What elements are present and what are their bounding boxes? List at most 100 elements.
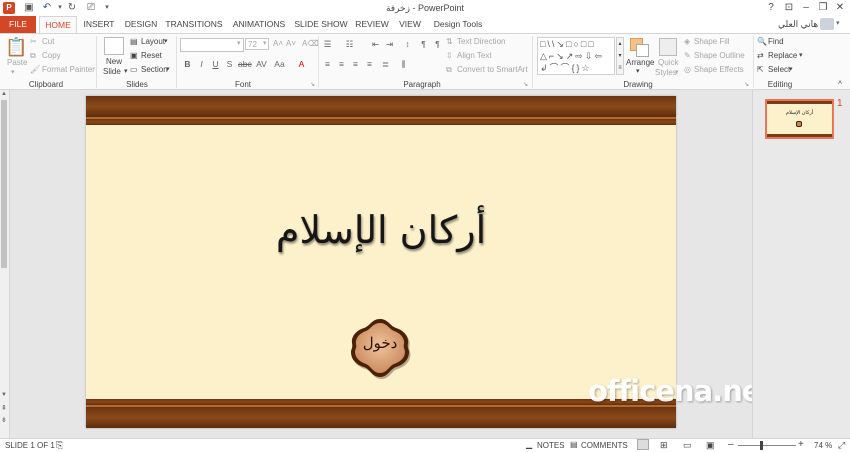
tab-home[interactable]: HOME — [39, 16, 77, 33]
distributed-icon[interactable]: ≣ — [380, 59, 391, 70]
cut-button[interactable]: Cut — [42, 37, 54, 46]
clear-formatting-icon[interactable]: A⌫ — [302, 39, 319, 48]
strikethrough-icon[interactable]: abc — [238, 59, 252, 70]
new-slide-button[interactable]: Slide — [103, 67, 121, 76]
text-direction-button[interactable]: Text Direction — [457, 37, 505, 46]
format-painter-button[interactable]: Format Painter — [42, 65, 95, 74]
arrange-button[interactable]: Arrange — [626, 58, 654, 67]
character-spacing-icon[interactable]: AV — [256, 59, 267, 70]
rtl-icon[interactable]: ¶ — [418, 39, 429, 50]
section-dropdown-icon[interactable]: ▾ — [166, 65, 170, 73]
underline-icon[interactable]: U — [210, 59, 221, 70]
ltr-icon[interactable]: ¶ — [432, 39, 443, 50]
paste-dropdown-icon[interactable]: ▾ — [11, 68, 15, 76]
shape-fill-button[interactable]: Shape Fill — [694, 37, 730, 46]
reset-button[interactable]: Reset — [141, 51, 162, 60]
zoom-in-icon[interactable]: + — [798, 439, 804, 450]
zoom-level[interactable]: 74 % — [814, 441, 832, 450]
shapes-gallery[interactable]: □\\↘□○□□ △⌐↘↗⇨⇩⇦ ↲⌒⌒{}☆ — [537, 37, 615, 75]
shrink-font-icon[interactable]: A˅ — [286, 39, 296, 48]
find-button[interactable]: Find — [768, 37, 784, 46]
quick-styles-icon[interactable] — [659, 38, 677, 56]
tab-file[interactable]: FILE — [0, 16, 36, 33]
slide-sorter-view-icon[interactable]: ⊞ — [660, 440, 668, 451]
select-dropdown-icon[interactable]: ▾ — [789, 65, 793, 73]
slide-thumbnails-panel[interactable] — [752, 90, 850, 438]
slide-thumbnail[interactable]: أركان الإسلام — [765, 99, 834, 139]
convert-smartart-button[interactable]: Convert to SmartArt — [457, 65, 528, 74]
comments-icon[interactable]: ▤ — [570, 440, 578, 449]
ribbon-display-options-icon[interactable]: ⊡ — [780, 1, 798, 15]
replace-dropdown-icon[interactable]: ▾ — [799, 51, 803, 59]
layout-dropdown-icon[interactable]: ▾ — [164, 37, 168, 45]
collapse-ribbon-icon[interactable]: ˄ — [838, 80, 842, 87]
tab-review[interactable]: REVIEW — [352, 16, 392, 33]
zoom-slider-thumb[interactable] — [760, 441, 763, 450]
spelling-check-icon[interactable]: ⎘ — [56, 440, 63, 451]
zoom-slider[interactable] — [738, 445, 796, 446]
bold-icon[interactable]: B — [182, 59, 193, 70]
minimize-icon[interactable]: – — [797, 1, 815, 15]
decrease-indent-icon[interactable]: ⇤ — [370, 39, 381, 50]
vertical-scrollbar[interactable]: ▲ ▼ ⇞ ⇟ — [0, 90, 10, 438]
paste-icon[interactable]: 📋 — [5, 37, 27, 59]
scroll-up-icon[interactable]: ▲ — [1, 91, 7, 97]
tab-view[interactable]: VIEW — [395, 16, 425, 33]
tab-design-tools[interactable]: Design Tools — [430, 16, 486, 33]
zoom-out-icon[interactable]: – — [728, 439, 734, 450]
line-spacing-icon[interactable]: ↕ — [402, 39, 413, 50]
quick-styles-button[interactable]: Styles — [655, 68, 677, 77]
fit-to-window-icon[interactable]: ⤢ — [838, 440, 845, 451]
avatar[interactable] — [820, 18, 834, 30]
bullets-icon[interactable]: ☰ — [322, 39, 333, 50]
slide-title[interactable]: أركان الإسلام — [86, 208, 676, 252]
font-size-dropdown-icon[interactable]: ▾ — [263, 39, 267, 47]
shape-effects-button[interactable]: Shape Effects — [694, 65, 744, 74]
copy-button[interactable]: Copy — [42, 51, 61, 60]
font-color-icon[interactable]: A — [296, 59, 307, 70]
notes-button[interactable]: NOTES — [537, 441, 565, 450]
columns-icon[interactable]: ⫼ — [398, 59, 409, 70]
tab-slide-show[interactable]: SLIDE SHOW — [293, 16, 349, 33]
user-name[interactable]: هاني العلي — [778, 19, 818, 30]
shadow-icon[interactable]: S — [224, 59, 235, 70]
tab-transitions[interactable]: TRANSITIONS — [164, 16, 224, 33]
replace-button[interactable]: Replace — [768, 51, 797, 60]
reading-view-icon[interactable]: ▭ — [683, 440, 692, 451]
arrange-dropdown-icon[interactable]: ▾ — [636, 67, 640, 75]
grow-font-icon[interactable]: A˄ — [273, 39, 283, 48]
shape-outline-button[interactable]: Shape Outline — [694, 51, 745, 60]
align-right-icon[interactable]: ≡ — [350, 59, 361, 70]
font-name-dropdown-icon[interactable]: ▾ — [237, 39, 241, 47]
comments-button[interactable]: COMMENTS — [581, 441, 628, 450]
notes-icon[interactable]: ▁ — [526, 440, 532, 449]
account-dropdown-icon[interactable]: ▾ — [836, 19, 840, 27]
drawing-dialog-launcher-icon[interactable]: ↘ — [744, 81, 749, 88]
italic-icon[interactable]: I — [196, 59, 207, 70]
font-dialog-launcher-icon[interactable]: ↘ — [310, 81, 315, 88]
layout-button[interactable]: Layout — [141, 37, 165, 46]
shapes-gallery-more-icon[interactable]: ▴ ▾ ≡ — [616, 37, 624, 75]
paste-button[interactable]: Paste — [7, 58, 27, 67]
tab-insert[interactable]: INSERT — [80, 16, 118, 33]
slide-show-view-icon[interactable]: ▣ — [706, 440, 715, 451]
enter-button-label[interactable]: دخول — [348, 334, 412, 352]
previous-slide-icon[interactable]: ⇞ — [1, 404, 7, 412]
next-slide-icon[interactable]: ⇟ — [1, 416, 7, 424]
quick-styles-dropdown-icon[interactable]: ▾ — [675, 68, 679, 76]
new-slide-dropdown-icon[interactable]: ▾ — [124, 67, 128, 75]
numbering-icon[interactable]: ☷ — [344, 39, 355, 50]
section-button[interactable]: Section — [141, 65, 168, 74]
scroll-down-icon[interactable]: ▼ — [1, 392, 7, 398]
new-slide-icon[interactable] — [104, 37, 124, 55]
paragraph-dialog-launcher-icon[interactable]: ↘ — [523, 81, 528, 88]
select-button[interactable]: Select — [768, 65, 790, 74]
restore-icon[interactable]: ❐ — [814, 1, 832, 15]
tab-animations[interactable]: ANIMATIONS — [228, 16, 290, 33]
align-left-icon[interactable]: ≡ — [322, 59, 333, 70]
tab-design[interactable]: DESIGN — [121, 16, 161, 33]
font-name-input[interactable] — [180, 38, 244, 52]
normal-view-icon[interactable] — [637, 439, 649, 450]
change-case-icon[interactable]: Aa — [274, 59, 285, 70]
align-center-icon[interactable]: ≡ — [336, 59, 347, 70]
